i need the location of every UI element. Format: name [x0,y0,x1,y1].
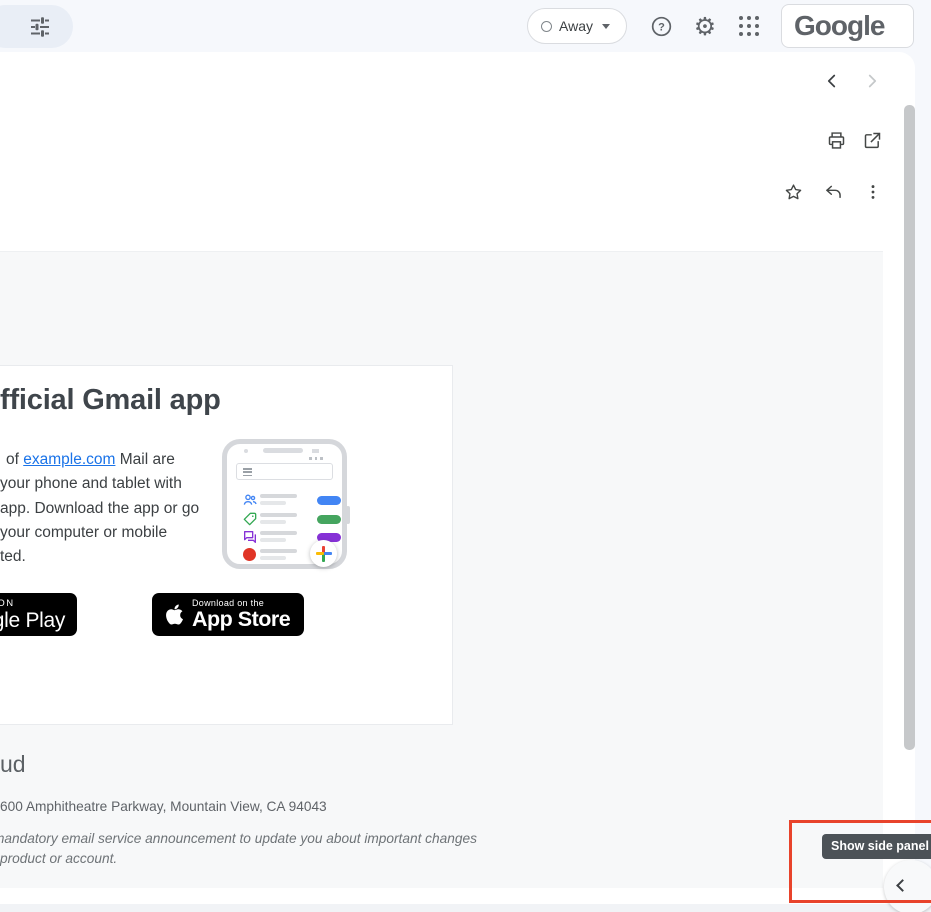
reply-arrow-icon [823,182,844,203]
tune-icon [28,15,52,39]
settings-button[interactable]: ⚙ [685,6,725,46]
phone-side-button [346,506,350,524]
phone-speaker [263,448,303,453]
compose-fab-icon [310,540,337,567]
apps-launcher-button[interactable] [729,6,769,46]
apps-grid-icon [739,16,759,36]
older-email-button[interactable] [854,63,890,99]
body-line-5: ted. [0,545,199,569]
more-options-button[interactable] [855,174,891,210]
open-in-new-window-button[interactable] [854,122,890,158]
search-options-button[interactable] [0,5,73,48]
google-play-badge[interactable]: GET IT ON Google Play [0,593,77,636]
google-logo: Google [794,10,884,42]
chevron-left-icon [896,879,909,892]
phone-list-row [227,510,342,528]
body-line-2: your phone and tablet with [0,472,199,496]
phone-list-row [227,491,342,509]
email-heading: fficial Gmail app [0,384,221,417]
header-bar: Away ? ⚙ Google [0,0,931,52]
status-label: Away [559,18,593,34]
help-button[interactable]: ? [641,6,681,46]
email-body-text: of example.com Mail are your phone and t… [0,448,199,569]
star-button[interactable] [775,174,811,210]
star-icon [783,182,804,203]
svg-text:?: ? [658,21,665,33]
more-vert-icon [863,182,883,202]
print-button[interactable] [818,122,854,158]
footer-address: 600 Amphitheatre Parkway, Mountain View,… [0,799,327,814]
phone-search-bar [236,463,333,480]
google-play-tagline: GET IT ON [0,598,65,609]
example-com-link[interactable]: example.com [23,451,115,468]
help-icon: ? [650,15,673,38]
phone-statusbar-icons [309,457,323,460]
footer-disclaimer-line2: product or account. [0,851,117,866]
chat-icon [242,529,258,545]
printer-icon [826,130,847,151]
footer-brand-fragment: ud [0,751,26,778]
body-line-3: app. Download the app or go [0,497,199,521]
body-line-1: of example.com Mail are [0,448,199,472]
chevron-right-icon [861,70,883,92]
status-circle-icon [541,21,552,32]
phone-camera-dot [244,449,248,453]
green-pill [317,515,341,524]
label-icon [242,511,258,527]
chevron-down-icon [602,24,610,29]
gmail-window: Away ? ⚙ Google [0,0,931,912]
open-in-new-icon [862,130,883,151]
reply-button[interactable] [815,174,851,210]
body-line-4: your computer or mobile [0,521,199,545]
footer-disclaimer-line1: mandatory email service announcement to … [0,831,477,846]
phone-illustration [222,439,347,569]
phone-sensor [312,449,319,453]
status-selector[interactable]: Away [527,8,627,44]
account-logo-box[interactable]: Google [781,4,914,48]
chevron-left-icon [821,70,843,92]
show-side-panel-tooltip: Show side panel [822,834,931,859]
app-store-badge[interactable]: Download on the App Store [152,593,304,636]
app-store-label: App Store [192,609,290,631]
red-dot-icon [243,548,256,561]
show-side-panel-button[interactable] [884,860,931,912]
contacts-icon [242,492,258,508]
blue-pill [317,496,341,505]
scrollbar-thumb[interactable] [904,105,915,750]
gear-icon: ⚙ [694,14,716,39]
google-play-label: Google Play [0,609,65,633]
hamburger-icon [243,468,252,478]
bottom-strip [0,904,931,912]
newer-email-button[interactable] [814,63,850,99]
apple-icon [165,603,184,626]
email-content-card: fficial Gmail app of example.com Mail ar… [0,365,453,725]
